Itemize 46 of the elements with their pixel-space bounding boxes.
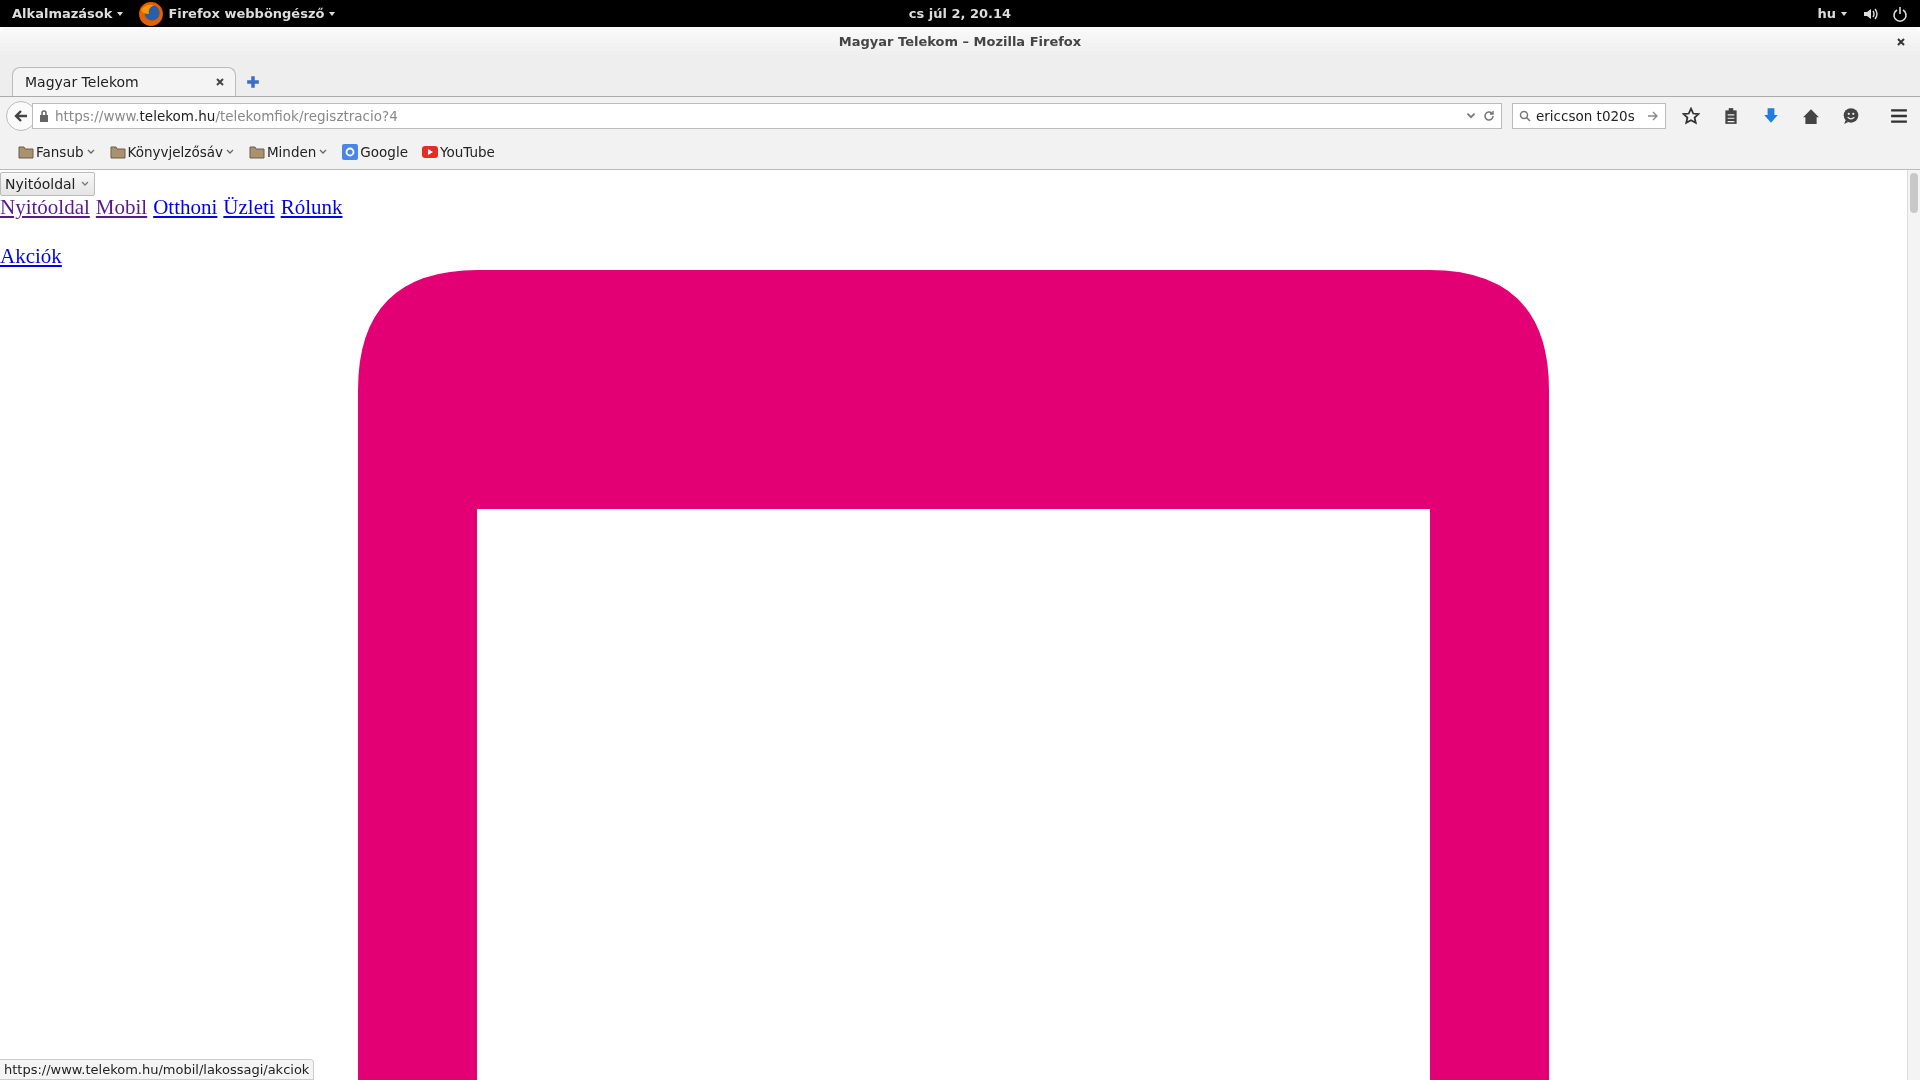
google-icon (342, 144, 359, 160)
folder-icon (248, 144, 265, 160)
caret-icon (1840, 9, 1848, 18)
nav-link[interactable]: Üzleti (223, 196, 275, 218)
download-icon[interactable] (1762, 107, 1780, 125)
language-menu[interactable]: hu (1817, 6, 1836, 21)
play-icon (421, 144, 438, 160)
back-arrow-icon (13, 108, 29, 124)
go-arrow-icon[interactable] (1647, 110, 1659, 122)
nav-link[interactable]: Mobil (95, 196, 148, 218)
close-icon[interactable] (1896, 36, 1906, 47)
home-icon[interactable] (1802, 107, 1820, 125)
folder-icon (18, 144, 34, 160)
folder-icon (109, 144, 126, 160)
clipboard-icon[interactable] (1722, 107, 1740, 125)
bookmark-item[interactable]: Fansub (18, 144, 96, 160)
status-bar: https://www.telekom.hu/mobil/lakossagi/akciok (0, 1059, 315, 1080)
window-title: Magyar Telekom – Mozilla Firefox (838, 34, 1082, 49)
chat-icon[interactable] (1842, 107, 1860, 125)
browser-logo-icon (138, 0, 165, 27)
search-field[interactable]: ericcson t020s (1512, 103, 1666, 129)
caret-icon (328, 9, 337, 18)
application-menu[interactable]: Firefox webböngésző (168, 6, 325, 21)
star-icon[interactable] (1682, 107, 1700, 125)
clock[interactable]: cs júl 2, 20.14 (908, 6, 1012, 21)
applications-menu[interactable]: Alkalmazások (12, 6, 113, 21)
browser-tab[interactable]: Magyar Telekom (12, 67, 236, 96)
lock-icon (39, 110, 49, 122)
new-tab-icon[interactable] (246, 75, 260, 89)
nav-link[interactable]: Nyitóoldal (0, 196, 90, 218)
power-icon[interactable] (1892, 5, 1908, 22)
bookmark-item[interactable]: Minden (248, 144, 329, 160)
page-select[interactable]: Nyitóoldal (0, 172, 95, 196)
menu-icon[interactable] (1890, 107, 1908, 125)
scrollbar-thumb[interactable] (1910, 173, 1918, 213)
caret-icon (116, 9, 125, 18)
search-icon (1519, 110, 1531, 122)
bookmark-item[interactable]: Google (342, 144, 408, 160)
reload-icon[interactable] (1483, 110, 1495, 122)
url-field[interactable]: https://www.telekom.hu/telekomfiok/regisztracio?4 (32, 103, 1502, 129)
bookmark-item[interactable]: Könyvjelzősáv (109, 144, 235, 160)
bookmark-item[interactable]: YouTube (421, 144, 495, 160)
close-icon[interactable] (215, 77, 225, 87)
nav-link[interactable]: Rólunk (280, 196, 343, 218)
nav-link[interactable]: Otthoni (153, 196, 218, 218)
promo-link[interactable]: Akciók (0, 245, 62, 267)
